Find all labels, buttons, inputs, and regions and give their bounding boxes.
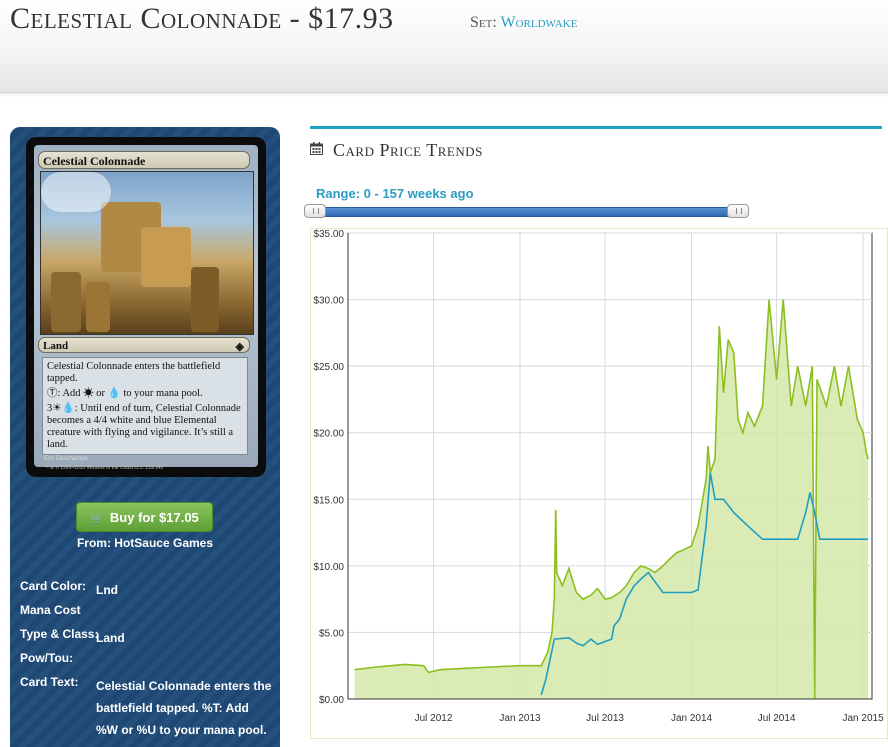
price-chart-svg: $0.00 $5.00 $10.00 $15.00 $20.00 $25.00 $30.00… (309, 227, 888, 740)
y-tick-label: $20.00 (313, 429, 344, 440)
card-image-name: Celestial Colonnade (38, 151, 250, 169)
rules-line-3: 3☀💧: Until end of turn, Celestial Colonn… (47, 403, 241, 450)
rules-line-1: Celestial Colonnade enters the battlefie… (47, 361, 221, 384)
set-link[interactable]: Worldwake (501, 14, 578, 31)
range-slider-handle-right[interactable] (727, 204, 749, 218)
range-label: Range: 0 - 157 weeks ago (316, 186, 474, 201)
y-tick-label: $30.00 (313, 296, 344, 307)
card-frame: Celestial Colonnade Land ◈ Celestial Col… (34, 145, 258, 471)
art-rock (86, 282, 110, 332)
card-rules-box: Celestial Colonnade enters the battlefie… (42, 357, 248, 455)
detail-value: Celestial Colonnade enters the battlefie… (96, 679, 272, 737)
range-slider-track[interactable] (316, 207, 746, 217)
detail-key: Mana Cost (20, 603, 81, 617)
detail-key: Card Text: (20, 675, 79, 689)
y-tick-label: $5.00 (319, 628, 344, 639)
art-rock (141, 227, 191, 287)
card-type-label: Land (43, 340, 69, 352)
rules-line-2: Ⓣ: Add ☀ or 💧 to your mana pool. (47, 388, 243, 400)
card-image: Celestial Colonnade Land ◈ Celestial Col… (26, 137, 266, 477)
detail-row: Card Text: Celestial Colonnade enters the… (20, 675, 280, 737)
set-info: Set: Worldwake (470, 14, 577, 32)
card-copyright: ™ & © 1993–2010 Wizards of the Coast LLC… (44, 465, 164, 471)
x-tick-label: Jan 2015 (842, 713, 884, 724)
detail-row: Type & Class: Land (20, 627, 280, 651)
price-chart: $0.00 $5.00 $10.00 $15.00 $20.00 $25.00 $30.00… (309, 227, 888, 740)
y-tick-label: $25.00 (313, 362, 344, 373)
detail-row: Mana Cost (20, 603, 280, 627)
set-label: Set: (470, 14, 497, 31)
art-cloud (41, 172, 111, 212)
y-tick-label: $0.00 (319, 695, 344, 706)
trends-accent-bar (310, 126, 882, 129)
y-tick-label: $15.00 (313, 495, 344, 506)
detail-row: Card Color: Lnd (20, 579, 280, 603)
buy-button-label: Buy for $17.05 (109, 510, 199, 525)
trends-title: Card Price Trends (333, 140, 483, 160)
detail-key: Card Color: (20, 579, 86, 593)
page-title: Celestial Colonnade - $17.93 (10, 2, 394, 35)
detail-value: Lnd (96, 583, 118, 597)
seller-label: From: HotSauce Games (76, 536, 214, 550)
y-tick-label: $35.00 (313, 229, 344, 240)
card-sidebar: Celestial Colonnade Land ◈ Celestial Col… (10, 127, 280, 747)
calendar-icon (310, 142, 323, 155)
set-symbol-icon: ◈ (235, 341, 244, 353)
detail-value: Land (96, 631, 125, 645)
x-tick-label: Jul 2013 (586, 713, 624, 724)
art-rock (51, 272, 81, 332)
detail-key: Pow/Tou: (20, 651, 74, 665)
card-art (40, 171, 254, 335)
rules-line-2-text: : Add ☀ or 💧 to your mana pool. (57, 388, 203, 399)
buy-button[interactable]: 🛒 Buy for $17.05 (76, 502, 213, 532)
tap-symbol-icon: Ⓣ (47, 388, 58, 399)
page-header: Celestial Colonnade - $17.93 Set: Worldw… (0, 0, 888, 93)
x-tick-label: Jan 2014 (671, 713, 713, 724)
detail-row: Pow/Tou: (20, 651, 280, 675)
y-tick-label: $10.00 (313, 562, 344, 573)
card-details: Card Color: Lnd Mana Cost Type & Class: La… (20, 579, 280, 737)
cart-icon: 🛒 (90, 513, 104, 525)
x-tick-label: Jul 2012 (415, 713, 453, 724)
x-tick-label: Jul 2014 (758, 713, 796, 724)
art-rock (191, 267, 219, 332)
card-image-type: Land ◈ (38, 337, 250, 353)
card-artist: Eric Deschamps (44, 456, 88, 462)
range-slider-handle-left[interactable] (304, 204, 326, 218)
x-tick-label: Jan 2013 (499, 713, 541, 724)
detail-key: Type & Class: (20, 627, 99, 641)
